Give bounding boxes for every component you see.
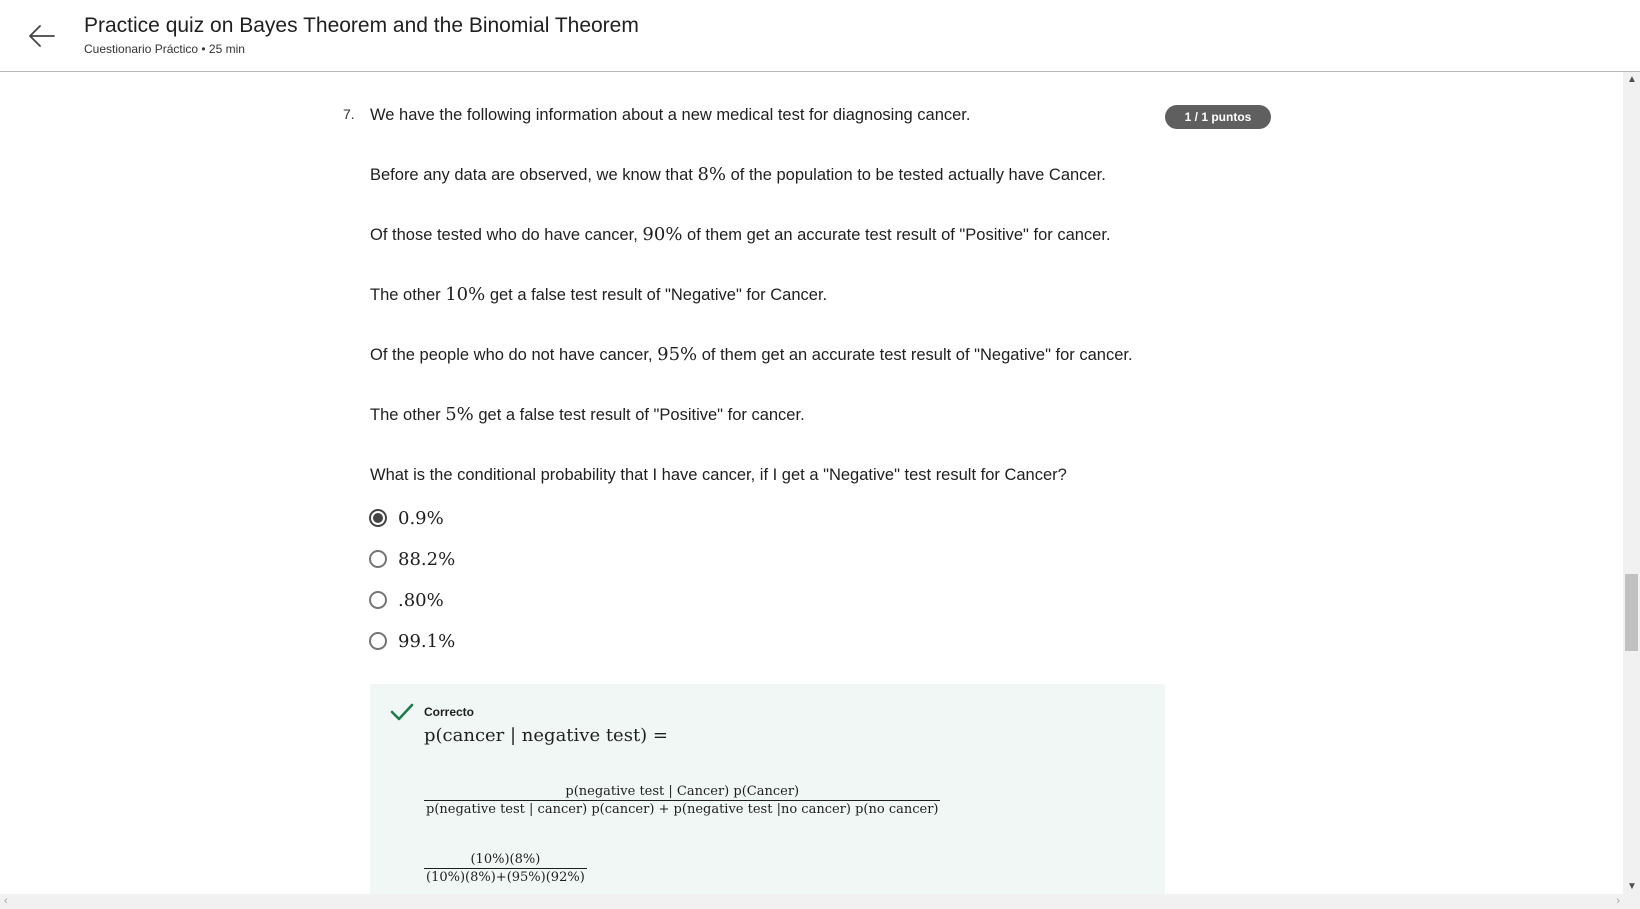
percentage-value: 10% (445, 284, 486, 305)
fraction-numerator: p(negative test | Cancer) p(Cancer) (565, 784, 800, 799)
answer-option-3[interactable]: .80% (369, 587, 444, 613)
option-label: 99.1% (398, 630, 456, 652)
answer-option-1[interactable]: 0.9% (369, 505, 444, 531)
text: of them get an accurate test result of "… (697, 346, 1133, 364)
percentage-value: 90% (642, 224, 683, 245)
option-label: .80% (398, 589, 444, 611)
scroll-up-icon[interactable]: ▲ (1627, 74, 1637, 85)
back-button[interactable] (26, 20, 58, 52)
info-paragraph-3: The other 10% get a false test result of… (370, 284, 827, 305)
fraction-denominator: (10%)(8%)+(95%)(92%) (426, 870, 585, 885)
answer-option-4[interactable]: 99.1% (369, 628, 455, 654)
fraction-numerator: (10%)(8%) (470, 852, 541, 867)
bayes-fraction: p(negative test | Cancer) p(Cancer) p(ne… (424, 784, 941, 817)
text: get a false test result of "Positive" fo… (473, 406, 805, 424)
radio-button[interactable] (369, 632, 387, 650)
fraction-denominator: p(negative test | cancer) p(cancer) + p(… (426, 802, 939, 817)
info-paragraph-4: Of the people who do not have cancer, 95… (370, 344, 1133, 365)
option-label: 0.9% (398, 507, 444, 529)
text: Before any data are observed, we know th… (370, 166, 698, 184)
info-paragraph-1: Before any data are observed, we know th… (370, 164, 1106, 185)
percentage-value: 95% (657, 344, 698, 365)
radio-button[interactable] (369, 550, 387, 568)
text: get a false test result of "Negative" fo… (485, 286, 828, 304)
option-label: 88.2% (398, 548, 456, 570)
radio-button-selected[interactable] (369, 509, 387, 527)
feedback-box: Correcto p(cancer | negative test) = p(n… (370, 684, 1165, 894)
text: The other (370, 286, 446, 304)
percentage-value: 8% (697, 164, 727, 185)
horizontal-scrollbar[interactable]: ‹ › (0, 894, 1640, 909)
numeric-fraction: (10%)(8%) (10%)(8%)+(95%)(92%) (424, 852, 587, 885)
arrow-left-icon (29, 25, 55, 47)
radio-dot (373, 513, 383, 523)
text: The other (370, 406, 446, 424)
feedback-status: Correcto (424, 705, 475, 719)
percentage-value: 5% (445, 404, 474, 425)
radio-button[interactable] (369, 591, 387, 609)
question-number: 7. (343, 106, 355, 122)
scrollbar-thumb[interactable] (1625, 574, 1638, 651)
info-paragraph-5: The other 5% get a false test result of … (370, 404, 805, 425)
info-paragraph-2: Of those tested who do have cancer, 90% … (370, 224, 1111, 245)
page-subtitle: Cuestionario Práctico • 25 min (84, 42, 245, 56)
question-prompt: What is the conditional probability that… (370, 466, 1067, 484)
solution-equation: p(cancer | negative test) = (424, 725, 669, 746)
vertical-scrollbar[interactable]: ▲ ▼ (1623, 72, 1640, 894)
text: of them get an accurate test result of "… (682, 226, 1111, 244)
scroll-down-icon[interactable]: ▼ (1627, 881, 1637, 892)
scroll-right-icon[interactable]: › (1616, 895, 1620, 907)
page-header: Practice quiz on Bayes Theorem and the B… (0, 0, 1640, 72)
checkmark-icon (390, 703, 414, 721)
text: of the population to be tested actually … (726, 166, 1106, 184)
page-title: Practice quiz on Bayes Theorem and the B… (84, 14, 639, 37)
question-intro: We have the following information about … (370, 106, 971, 124)
score-badge: 1 / 1 puntos (1165, 105, 1271, 129)
text: Of those tested who do have cancer, (370, 226, 643, 244)
text: Of the people who do not have cancer, (370, 346, 658, 364)
scroll-left-icon[interactable]: ‹ (4, 895, 8, 907)
answer-option-2[interactable]: 88.2% (369, 546, 455, 572)
